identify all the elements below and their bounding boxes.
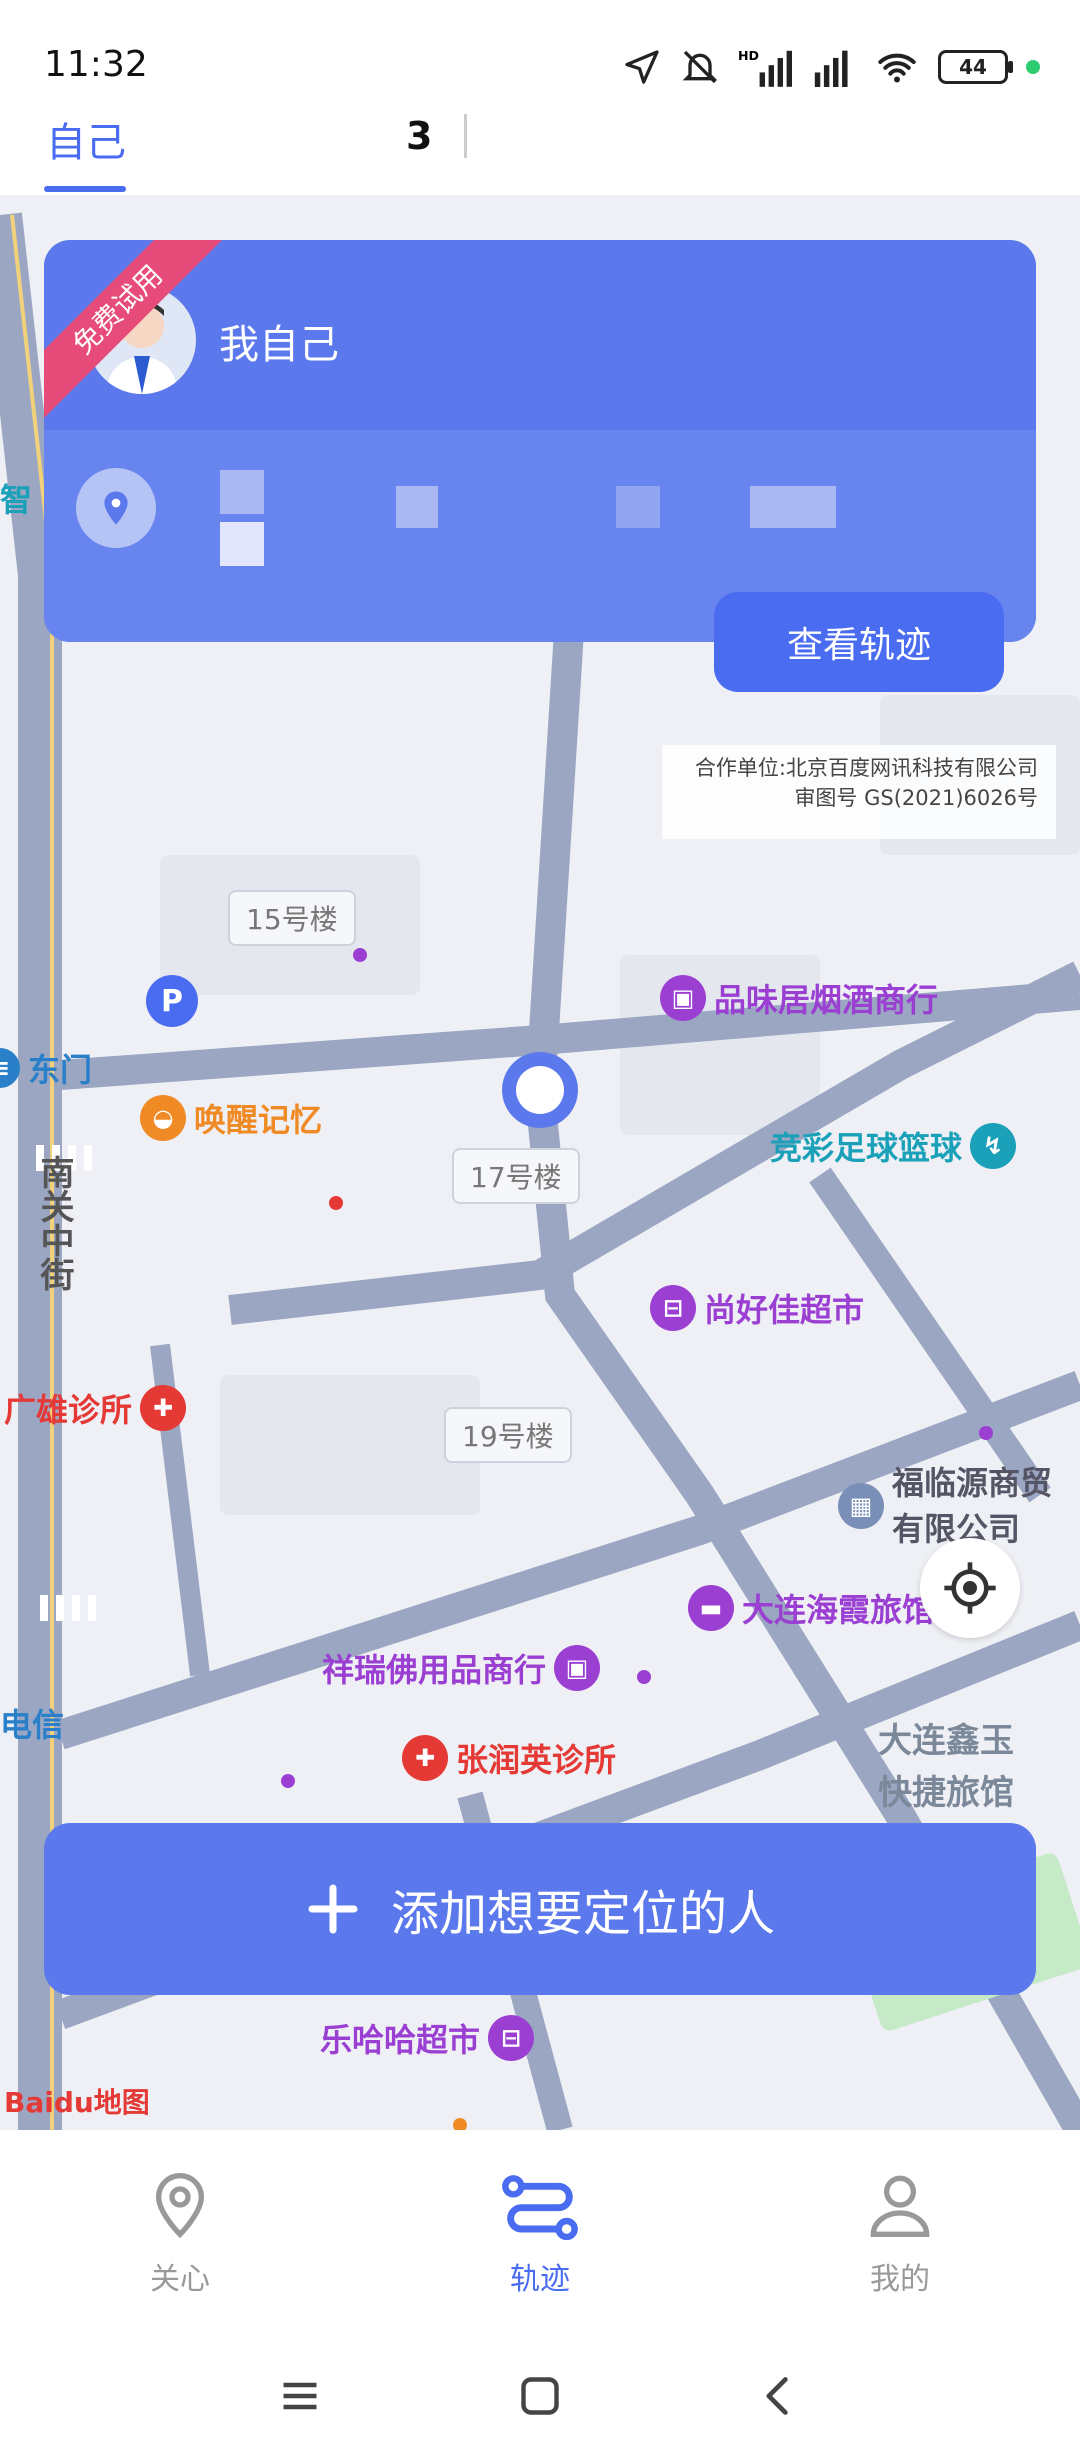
tab-active-indicator: [44, 186, 126, 192]
address-redacted: [220, 470, 264, 514]
signal-icon: [814, 50, 848, 87]
location-pin-icon: [155, 2172, 205, 2239]
poi-lehaha[interactable]: 乐哈哈超市 ⊟: [320, 2015, 535, 2061]
baidu-map-logo: Baidu地图: [4, 2086, 150, 2119]
address-redacted: [396, 486, 438, 528]
nav-care[interactable]: 关心: [80, 2170, 280, 2298]
poi-dongmen[interactable]: ≡ 东门: [0, 1045, 92, 1091]
building-label: 15号楼: [228, 890, 356, 946]
route-icon: [502, 2175, 578, 2240]
my-location-button[interactable]: [920, 1538, 1020, 1638]
street-label: 南关中街: [34, 1155, 74, 1291]
svg-text:HD: HD: [738, 48, 759, 63]
clinic-icon: ✚: [402, 1735, 448, 1781]
plus-icon: [308, 1884, 358, 1934]
menu-icon[interactable]: [278, 2374, 322, 2418]
poi-zhi[interactable]: 智: [0, 475, 32, 521]
member-name: 我自己: [219, 322, 339, 368]
poi-zhangrunying[interactable]: ✚ 张润英诊所: [402, 1735, 616, 1781]
member-tabs: 自己 3: [0, 110, 1080, 195]
poi-fulinyuan[interactable]: ▦ 福临源商贸 有限公司: [838, 1460, 1052, 1552]
address-redacted: [750, 486, 836, 528]
wifi-icon: [878, 53, 916, 83]
poi-dianxin[interactable]: 电信: [0, 1700, 64, 1746]
status-time: 11:32: [44, 44, 148, 85]
battery-indicator: 44: [938, 50, 1013, 84]
poi-huanxing[interactable]: ◒ 唤醒记忆: [140, 1095, 322, 1141]
status-bar: 11:32 HD 44: [0, 0, 1080, 110]
building-label: 19号楼: [444, 1407, 572, 1463]
view-track-button[interactable]: 查看轨迹: [714, 592, 1004, 692]
poi-xiangrui[interactable]: 祥瑞佛用品商行 ▣: [322, 1645, 601, 1691]
poi-guangxiong[interactable]: 广雄诊所 ✚: [4, 1385, 187, 1431]
address-redacted: [616, 486, 660, 528]
home-icon[interactable]: [518, 2374, 562, 2418]
building-label: 17号楼: [452, 1148, 580, 1204]
food-icon: ◒: [140, 1095, 186, 1141]
poi-shanghaojia[interactable]: ⊟ 尚好佳超市: [650, 1285, 864, 1331]
hotel-icon: ▬: [688, 1585, 734, 1631]
tab-divider: [464, 114, 467, 158]
back-icon[interactable]: [756, 2374, 800, 2418]
status-dot: [1026, 60, 1040, 74]
shopping-bag-icon: ▣: [660, 975, 706, 1021]
location-arrow-icon: [625, 50, 659, 84]
shopping-bag-icon: ▣: [554, 1645, 601, 1691]
add-person-button[interactable]: 添加想要定位的人: [44, 1823, 1036, 1995]
profile-card[interactable]: 免费试用 我自己: [44, 240, 1036, 642]
map-credit: 合作单位:北京百度网讯科技有限公司 审图号 GS(2021)6026号: [662, 745, 1056, 839]
tab-self[interactable]: 自己: [46, 110, 126, 168]
tab-count[interactable]: 3: [406, 114, 432, 158]
poi-jingcai[interactable]: 竞彩足球篮球 ↯: [770, 1123, 1017, 1169]
gate-icon: ≡: [0, 1048, 20, 1088]
poi-dalian-xinyu[interactable]: 大连鑫玉 快捷旅馆: [878, 1715, 1014, 1819]
sports-icon: ↯: [970, 1123, 1017, 1169]
mute-bell-icon: [682, 50, 718, 84]
poi-parking[interactable]: P: [146, 975, 198, 1027]
nav-track[interactable]: 轨迹: [440, 2170, 640, 2298]
status-icons: HD 44: [622, 42, 1040, 92]
clinic-icon: ✚: [140, 1385, 187, 1431]
cart-icon: ⊟: [650, 1285, 696, 1331]
office-icon: ▦: [838, 1483, 884, 1529]
nav-mine[interactable]: 我的: [800, 2170, 1000, 2298]
poi-dalian-haixia[interactable]: ▬ 大连海霞旅馆: [688, 1585, 934, 1631]
crosshair-icon: [944, 1562, 996, 1614]
signal-hd-icon: HD: [738, 48, 792, 87]
address-redacted: [220, 522, 264, 566]
cart-icon: ⊟: [488, 2015, 535, 2061]
add-person-label: 添加想要定位的人: [390, 1888, 775, 1941]
system-navigation-bar: [0, 2330, 1080, 2460]
parking-icon: P: [146, 975, 198, 1027]
user-icon: [870, 2175, 930, 2237]
location-pin-icon: [76, 468, 156, 548]
poi-pinwei[interactable]: ▣ 品味居烟酒商行: [660, 975, 938, 1021]
bottom-nav: 关心 轨迹 我的: [0, 2130, 1080, 2330]
